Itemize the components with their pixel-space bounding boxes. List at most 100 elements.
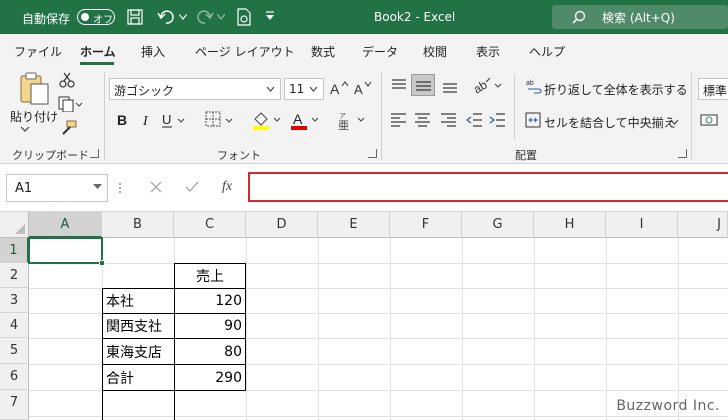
redo-icon[interactable] bbox=[196, 9, 214, 25]
customize-toolbar-icon[interactable] bbox=[265, 11, 275, 21]
column-header-i[interactable]: I bbox=[606, 212, 678, 238]
gridline bbox=[534, 238, 535, 420]
print-preview-icon[interactable] bbox=[236, 8, 252, 26]
accounting-format-icon[interactable] bbox=[700, 112, 728, 128]
font-size-select[interactable]: 11 bbox=[284, 78, 324, 100]
font-color-icon[interactable]: A bbox=[290, 110, 322, 130]
resize-handle-icon[interactable] bbox=[118, 182, 122, 194]
paste-label[interactable]: 貼り付け bbox=[10, 108, 58, 125]
orientation-icon[interactable]: ab bbox=[472, 76, 504, 96]
tab-home[interactable]: ホーム bbox=[80, 43, 116, 60]
paste-icon[interactable] bbox=[19, 72, 51, 106]
row-header-4[interactable]: 4 bbox=[0, 313, 29, 338]
merge-dropdown-icon[interactable] bbox=[670, 119, 679, 125]
cancel-icon[interactable] bbox=[150, 181, 162, 193]
autosave-toggle[interactable]: オフ bbox=[77, 9, 115, 26]
decrease-indent-icon[interactable] bbox=[466, 113, 484, 127]
cell-c6[interactable]: 290 bbox=[174, 364, 246, 391]
underline-icon[interactable]: U bbox=[161, 112, 187, 128]
cell-c2[interactable]: 売上 bbox=[174, 263, 246, 289]
chevron-down-icon bbox=[309, 86, 318, 92]
wrap-text-label[interactable]: 折り返して全体を表示する bbox=[544, 81, 688, 98]
bold-icon[interactable]: B bbox=[116, 112, 130, 128]
row-header-6[interactable]: 6 bbox=[0, 364, 29, 390]
select-all-button[interactable] bbox=[0, 212, 29, 238]
cell-c5[interactable]: 80 bbox=[174, 338, 246, 365]
cell-b3[interactable]: 本社 bbox=[102, 288, 175, 314]
align-left-icon[interactable] bbox=[390, 113, 408, 127]
align-top-icon[interactable] bbox=[390, 78, 408, 94]
tab-review[interactable]: 校閲 bbox=[423, 43, 447, 60]
phonetic-guide-icon[interactable]: ア 亜 bbox=[336, 110, 366, 130]
search-box[interactable]: 検索 (Alt+Q) bbox=[552, 5, 728, 29]
column-header-d[interactable]: D bbox=[246, 212, 318, 238]
cell-b5[interactable]: 東海支店 bbox=[102, 338, 175, 365]
column-header-j[interactable]: J bbox=[678, 212, 728, 238]
decrease-font-size-icon[interactable]: A bbox=[354, 80, 372, 96]
borders-icon[interactable] bbox=[205, 111, 235, 129]
number-format-value: 標準 bbox=[703, 84, 728, 98]
wrap-text-icon[interactable]: ab bbox=[526, 78, 542, 94]
group-divider bbox=[691, 72, 692, 160]
tab-data[interactable]: データ bbox=[362, 43, 398, 60]
toggle-knob-icon bbox=[81, 13, 89, 21]
gridline bbox=[606, 238, 607, 420]
copy-icon[interactable] bbox=[58, 96, 84, 112]
column-header-e[interactable]: E bbox=[318, 212, 390, 238]
svg-text:B: B bbox=[117, 112, 127, 128]
worksheet-grid[interactable]: A B C D E F G H I J 1 2 3 4 5 6 7 売上 本社 … bbox=[0, 212, 728, 420]
tab-help[interactable]: ヘルプ bbox=[529, 43, 565, 60]
row-header-7[interactable]: 7 bbox=[0, 390, 29, 420]
paste-dropdown-icon[interactable] bbox=[20, 126, 30, 132]
row-header-1[interactable]: 1 bbox=[0, 238, 29, 263]
increase-indent-icon[interactable] bbox=[489, 113, 507, 127]
row-header-2[interactable]: 2 bbox=[0, 263, 29, 288]
name-box[interactable]: A1 bbox=[6, 174, 108, 202]
tab-view[interactable]: 表示 bbox=[476, 43, 500, 60]
column-header-b[interactable]: B bbox=[102, 212, 174, 238]
increase-font-size-icon[interactable]: A bbox=[330, 80, 348, 96]
column-header-f[interactable]: F bbox=[390, 212, 462, 238]
row-header-5[interactable]: 5 bbox=[0, 338, 29, 364]
tab-page-layout[interactable]: ページ レイアウト bbox=[195, 43, 295, 60]
number-format-select[interactable]: 標準 bbox=[698, 78, 728, 100]
font-name-select[interactable]: 游ゴシック bbox=[109, 78, 281, 100]
insert-function-icon[interactable]: fx bbox=[222, 179, 232, 195]
save-icon[interactable] bbox=[127, 9, 143, 25]
column-header-a[interactable]: A bbox=[29, 212, 102, 238]
align-right-icon[interactable] bbox=[440, 113, 458, 127]
merge-center-icon[interactable] bbox=[525, 112, 541, 128]
tab-formulas[interactable]: 数式 bbox=[311, 43, 335, 60]
selected-cell-a1[interactable] bbox=[28, 237, 105, 266]
alignment-launcher-icon[interactable] bbox=[678, 149, 687, 158]
column-header-h[interactable]: H bbox=[534, 212, 606, 238]
redo-dropdown-icon[interactable] bbox=[217, 14, 225, 20]
font-launcher-icon[interactable] bbox=[368, 149, 377, 158]
formula-input[interactable] bbox=[248, 172, 728, 202]
column-header-g[interactable]: G bbox=[462, 212, 534, 238]
undo-dropdown-icon[interactable] bbox=[179, 14, 187, 20]
cell-b6[interactable]: 合計 bbox=[102, 364, 175, 391]
undo-icon[interactable] bbox=[157, 9, 175, 25]
enter-check-icon[interactable] bbox=[185, 181, 199, 193]
align-middle-button[interactable] bbox=[411, 74, 435, 96]
tab-insert[interactable]: 挿入 bbox=[141, 43, 165, 60]
row-header-3[interactable]: 3 bbox=[0, 288, 29, 313]
gridline bbox=[318, 238, 319, 420]
fill-handle[interactable] bbox=[99, 260, 105, 266]
column-header-c[interactable]: C bbox=[174, 212, 246, 238]
align-bottom-icon[interactable] bbox=[441, 78, 459, 94]
cell-b4[interactable]: 関西支社 bbox=[102, 313, 175, 339]
cell-c3[interactable]: 120 bbox=[174, 288, 246, 314]
fill-color-icon[interactable] bbox=[252, 110, 284, 130]
italic-icon[interactable]: I bbox=[140, 112, 154, 128]
merge-center-label[interactable]: セルを結合して中央揃え bbox=[544, 114, 676, 131]
svg-text:ab: ab bbox=[526, 80, 534, 87]
svg-text:I: I bbox=[142, 114, 149, 128]
tab-file[interactable]: ファイル bbox=[14, 43, 62, 60]
cell-c4[interactable]: 90 bbox=[174, 313, 246, 339]
format-painter-icon[interactable] bbox=[59, 120, 77, 136]
align-center-icon[interactable] bbox=[414, 113, 432, 127]
cut-icon[interactable] bbox=[59, 72, 75, 88]
clipboard-launcher-icon[interactable] bbox=[90, 149, 99, 158]
